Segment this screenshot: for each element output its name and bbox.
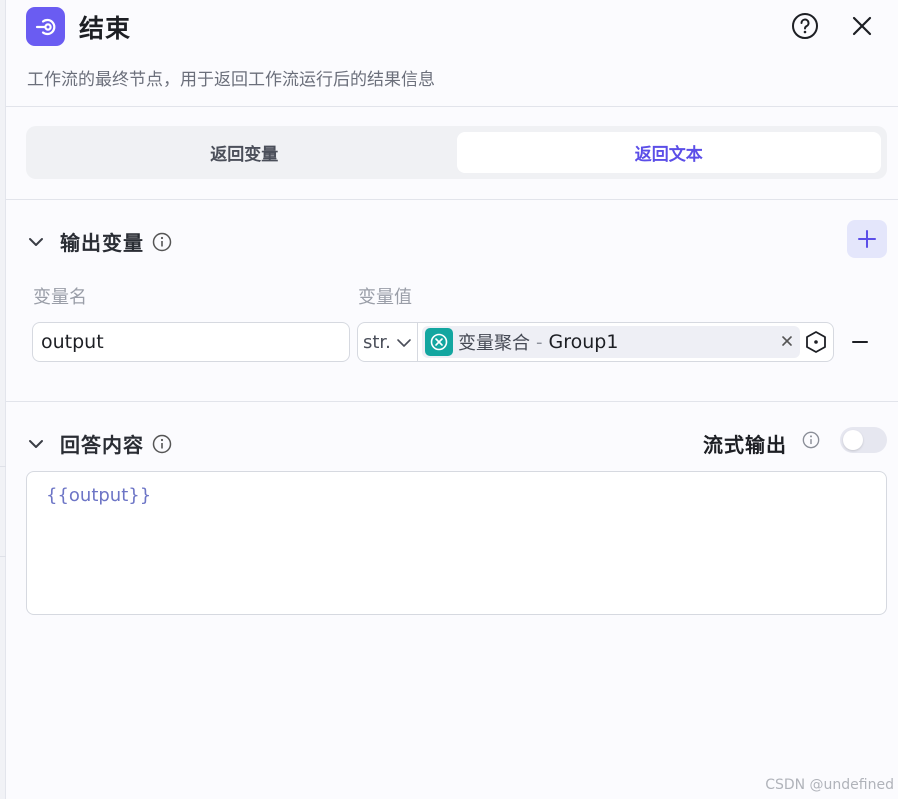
chevron-down-icon — [29, 237, 43, 246]
reference-separator: - — [536, 331, 543, 353]
help-button[interactable] — [791, 12, 819, 40]
variable-picker-icon[interactable] — [804, 330, 828, 354]
divider — [6, 199, 898, 200]
add-variable-button[interactable] — [847, 220, 887, 258]
close-button[interactable] — [848, 12, 876, 40]
question-circle-icon — [792, 13, 818, 39]
type-select-value: str. — [363, 331, 391, 353]
collapse-toggle[interactable] — [26, 434, 46, 454]
plus-icon — [858, 230, 876, 248]
variable-name-input[interactable] — [32, 322, 350, 362]
minus-icon — [852, 341, 868, 343]
variable-aggregator-icon — [425, 328, 453, 356]
divider — [6, 401, 898, 402]
column-header-name: 变量名 — [33, 287, 87, 308]
info-icon[interactable] — [152, 434, 172, 454]
panel-header: 结束 工作流的最终节点，用于返回工作流运行后的结果信息 — [6, 0, 898, 107]
streaming-output-toggle[interactable] — [840, 427, 887, 453]
section-title: 输出变量 — [60, 231, 144, 255]
answer-content-text: {{output}} — [46, 485, 152, 506]
variable-reference-tag[interactable]: 变量聚合 - Group1 — [422, 326, 800, 358]
variable-value-field: str. 变量聚合 - Group1 — [357, 322, 834, 362]
section-title: 回答内容 — [60, 433, 144, 457]
streaming-output-label: 流式输出 — [703, 433, 787, 457]
tab-return-variable[interactable]: 返回变量 — [32, 132, 457, 173]
reference-variable-name: Group1 — [548, 331, 619, 353]
watermark: CSDN @undefined — [765, 777, 894, 793]
answer-section-header: 回答内容 — [26, 429, 172, 458]
toggle-knob — [843, 430, 863, 450]
collapse-toggle[interactable] — [26, 232, 46, 252]
tab-return-text[interactable]: 返回文本 — [456, 132, 881, 173]
end-node-icon — [26, 7, 65, 46]
column-header-value: 变量值 — [358, 287, 412, 308]
close-icon — [852, 16, 872, 36]
info-icon[interactable] — [802, 431, 820, 449]
chevron-down-icon — [397, 339, 411, 347]
type-select[interactable]: str. — [358, 323, 418, 361]
page-title: 结束 — [79, 14, 132, 43]
reference-node-name: 变量聚合 — [458, 333, 530, 354]
return-mode-tabs: 返回变量 返回文本 — [26, 126, 887, 179]
clear-icon[interactable] — [780, 334, 794, 348]
output-section-header: 输出变量 — [26, 227, 172, 256]
answer-content-editor[interactable]: {{output}} — [26, 471, 887, 615]
left-panel-edge — [0, 0, 6, 799]
chevron-down-icon — [29, 439, 43, 448]
info-icon[interactable] — [152, 232, 172, 252]
node-description: 工作流的最终节点，用于返回工作流运行后的结果信息 — [27, 70, 435, 90]
remove-variable-button[interactable] — [848, 330, 872, 354]
